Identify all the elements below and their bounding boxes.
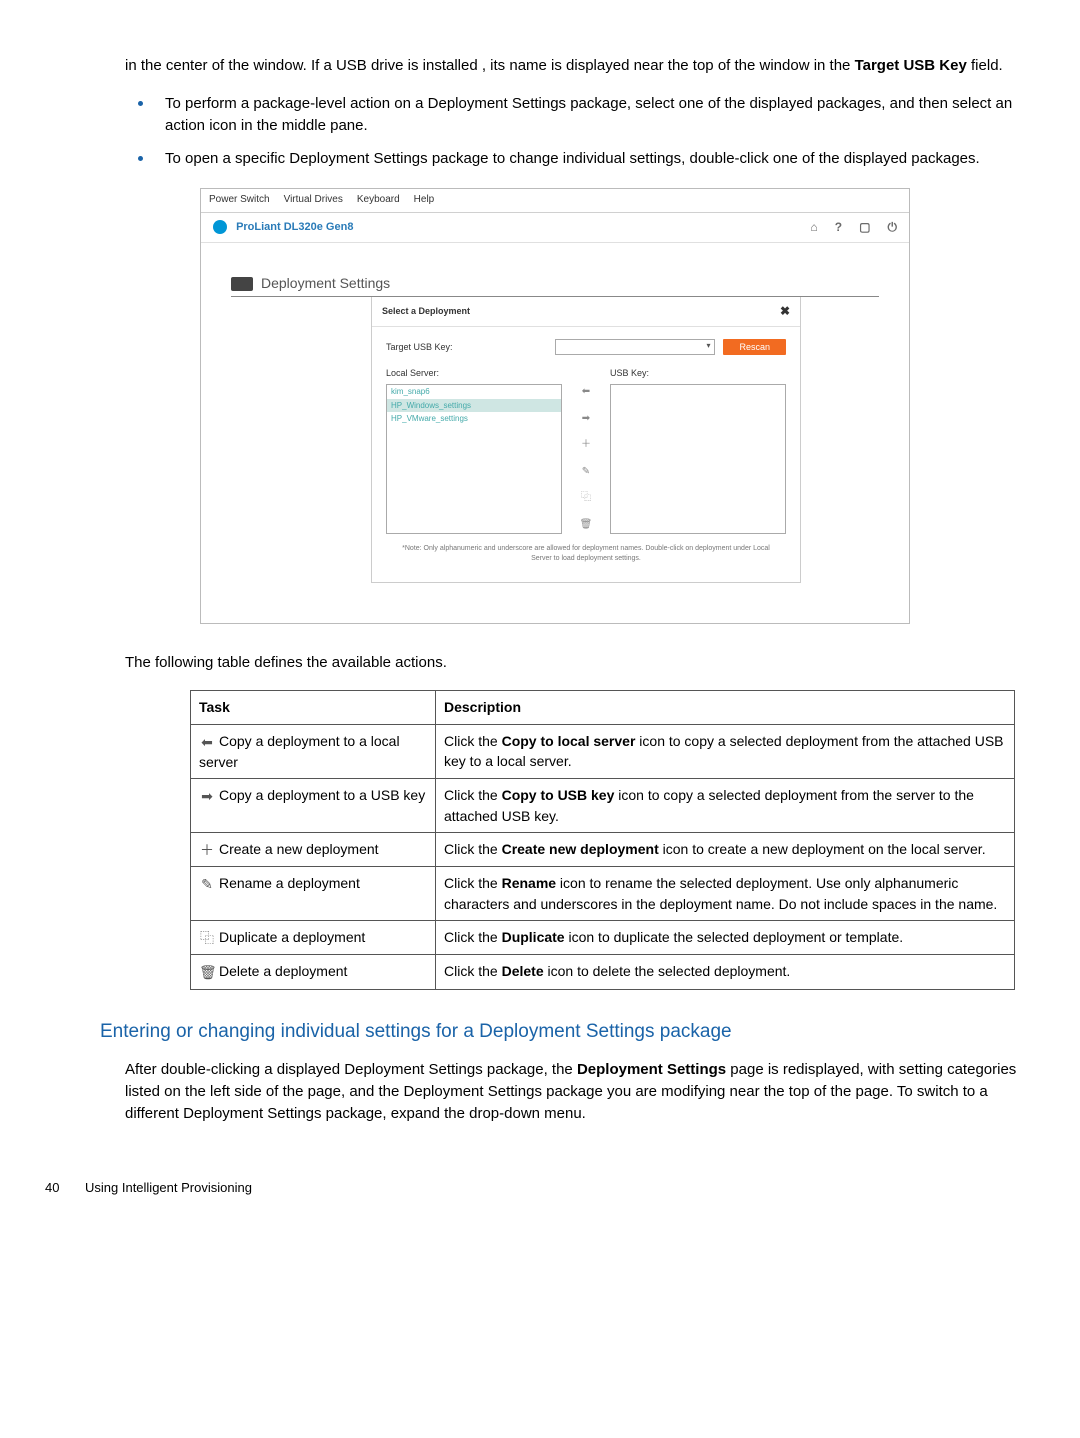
usb-key-label: USB Key: xyxy=(610,368,649,378)
usb-key-list[interactable] xyxy=(610,384,786,534)
footer-title: Using Intelligent Provisioning xyxy=(85,1180,252,1195)
rename-deployment-icon[interactable]: ✎ xyxy=(582,465,590,480)
help-icon[interactable]: ? xyxy=(835,220,842,234)
col-description-header: Description xyxy=(436,691,1015,724)
list-item[interactable]: kim_snap6 xyxy=(387,385,561,399)
dialog-footnote: *Note: Only alphanumeric and underscore … xyxy=(386,544,786,564)
home-icon[interactable]: ⌂ xyxy=(810,220,817,234)
rescan-button[interactable]: Rescan xyxy=(723,339,786,355)
server-title-bar: ProLiant DL320e Gen8 ⌂ ? ▢ ⏻ xyxy=(201,213,909,244)
table-row: ⿻Duplicate a deployment Click the Duplic… xyxy=(191,920,1015,954)
duplicate-deployment-icon: ⿻ xyxy=(199,928,215,948)
page-number: 40 xyxy=(45,1179,59,1198)
close-icon[interactable]: ✖ xyxy=(780,303,790,320)
select-deployment-dialog: Select a Deployment ✖ Target USB Key: ▾ … xyxy=(371,297,801,584)
intro-after: field. xyxy=(971,57,1003,74)
bullet-item: To open a specific Deployment Settings p… xyxy=(155,144,1020,170)
col-task-header: Task xyxy=(191,691,436,724)
rename-deployment-icon: ✎ xyxy=(199,874,215,894)
deployment-settings-label: Deployment Settings xyxy=(261,273,390,293)
server-title: ProLiant DL320e Gen8 xyxy=(236,221,353,233)
embedded-screenshot: Power Switch Virtual Drives Keyboard Hel… xyxy=(200,188,910,624)
intro-bold: Target USB Key xyxy=(855,57,967,74)
copy-to-usb-icon[interactable]: ➡ xyxy=(582,412,590,427)
actions-table: Task Description ⬅Copy a deployment to a… xyxy=(190,690,1015,990)
table-intro-text: The following table defines the availabl… xyxy=(125,652,1020,674)
target-usb-key-label: Target USB Key: xyxy=(386,341,453,354)
table-row: ✎Rename a deployment Click the Rename ic… xyxy=(191,867,1015,921)
table-row: ➡Copy a deployment to a USB key Click th… xyxy=(191,779,1015,833)
task-name: Rename a deployment xyxy=(219,875,360,891)
action-icon-column: ⬅ ➡ ＋ ✎ ⿻ 🗑 xyxy=(572,367,600,534)
subsection-heading: Entering or changing individual settings… xyxy=(100,1018,1020,1046)
table-row: 🗑Delete a deployment Click the Delete ic… xyxy=(191,955,1015,989)
duplicate-deployment-icon[interactable]: ⿻ xyxy=(581,491,591,506)
task-name: Create a new deployment xyxy=(219,841,379,857)
list-item[interactable]: HP_Windows_settings xyxy=(387,399,561,413)
task-name: Copy a deployment to a local server xyxy=(199,733,400,770)
target-usb-key-select[interactable]: ▾ xyxy=(555,339,715,355)
menu-help[interactable]: Help xyxy=(414,193,435,208)
list-item[interactable]: HP_VMware_settings xyxy=(387,412,561,426)
intro-paragraph: in the center of the window. If a USB dr… xyxy=(125,55,1020,77)
copy-to-local-icon[interactable]: ⬅ xyxy=(582,385,590,400)
ilo-menubar: Power Switch Virtual Drives Keyboard Hel… xyxy=(201,189,909,213)
bullet-item: To perform a package-level action on a D… xyxy=(155,89,1020,137)
power-icon[interactable]: ⏻ xyxy=(888,220,898,234)
menu-virtual-drives[interactable]: Virtual Drives xyxy=(284,193,343,208)
intro-bullets: To perform a package-level action on a D… xyxy=(155,89,1020,170)
menu-keyboard[interactable]: Keyboard xyxy=(357,193,400,208)
maximize-icon[interactable]: ▢ xyxy=(859,220,870,234)
local-server-list[interactable]: kim_snap6 HP_Windows_settings HP_VMware_… xyxy=(386,384,562,534)
deployment-settings-icon xyxy=(231,277,253,291)
copy-to-usb-icon: ➡ xyxy=(199,786,215,806)
create-deployment-icon: ＋ xyxy=(199,840,215,860)
delete-deployment-icon: 🗑 xyxy=(199,962,215,982)
page-footer: 40 Using Intelligent Provisioning xyxy=(60,1179,1020,1198)
subsection-body: After double-clicking a displayed Deploy… xyxy=(125,1059,1020,1124)
menu-power-switch[interactable]: Power Switch xyxy=(209,193,270,208)
dialog-title: Select a Deployment xyxy=(382,305,470,318)
intro-text: in the center of the window. If a USB dr… xyxy=(125,57,855,74)
task-name: Delete a deployment xyxy=(219,963,347,979)
table-header-row: Task Description xyxy=(191,691,1015,724)
local-server-label: Local Server: xyxy=(386,368,439,378)
hp-logo-icon xyxy=(213,220,227,234)
deployment-settings-heading: Deployment Settings xyxy=(231,273,879,296)
task-name: Copy a deployment to a USB key xyxy=(219,787,425,803)
delete-deployment-icon[interactable]: 🗑 xyxy=(580,518,593,533)
table-row: ＋Create a new deployment Click the Creat… xyxy=(191,832,1015,866)
copy-to-local-icon: ⬅ xyxy=(199,732,215,752)
chevron-down-icon: ▾ xyxy=(706,341,710,350)
table-row: ⬅Copy a deployment to a local server Cli… xyxy=(191,724,1015,779)
task-name: Duplicate a deployment xyxy=(219,929,365,945)
create-deployment-icon[interactable]: ＋ xyxy=(581,438,591,453)
